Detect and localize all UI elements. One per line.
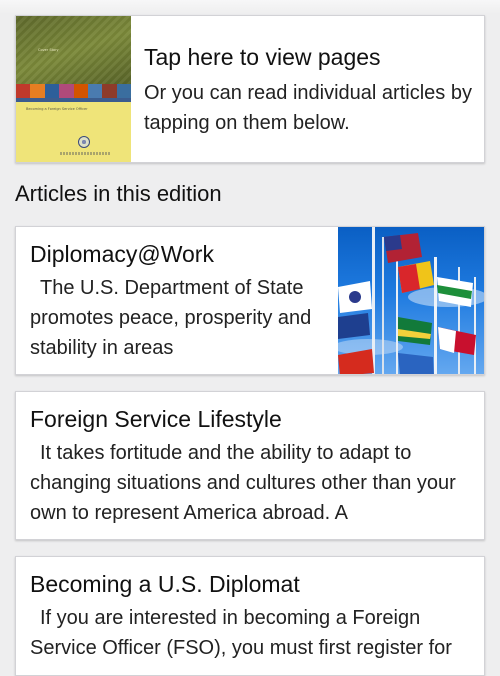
state-department-seal-icon: [78, 136, 90, 148]
view-pages-title: Tap here to view pages: [144, 44, 381, 70]
view-pages-description: Or you can read individual articles by t…: [144, 82, 472, 134]
article-title: Foreign Service Lifestyle: [30, 406, 282, 432]
article-excerpt: If you are interested in becoming a Fore…: [30, 607, 452, 659]
view-pages-card[interactable]: Cover Story Becoming a Foreign Service O…: [15, 15, 485, 163]
article-card-becoming-a-us-diplomat[interactable]: Becoming a U.S. Diplomat If you are inte…: [15, 556, 485, 676]
article-card-diplomacy-at-work[interactable]: Diplomacy@Work The U.S. Department of St…: [15, 226, 485, 375]
publication-cover-image: Cover Story Becoming a Foreign Service O…: [16, 16, 131, 162]
article-title: Becoming a U.S. Diplomat: [30, 571, 300, 597]
top-shadow: [0, 0, 500, 14]
cover-blue-band: [16, 98, 131, 102]
article-title: Diplomacy@Work: [30, 241, 214, 267]
cover-photo-strip: [16, 84, 131, 98]
cover-tag: Cover Story: [38, 48, 59, 52]
cover-seal-caption: [60, 152, 110, 155]
flags-photo: [338, 227, 484, 374]
articles-section-heading: Articles in this edition: [15, 181, 222, 206]
article-excerpt: It takes fortitude and the ability to ad…: [30, 442, 456, 524]
cover-subtitle: Becoming a Foreign Service Officer: [26, 107, 88, 111]
article-excerpt: The U.S. Department of State promotes pe…: [30, 277, 312, 359]
article-card-foreign-service-lifestyle[interactable]: Foreign Service Lifestyle It takes forti…: [15, 391, 485, 540]
